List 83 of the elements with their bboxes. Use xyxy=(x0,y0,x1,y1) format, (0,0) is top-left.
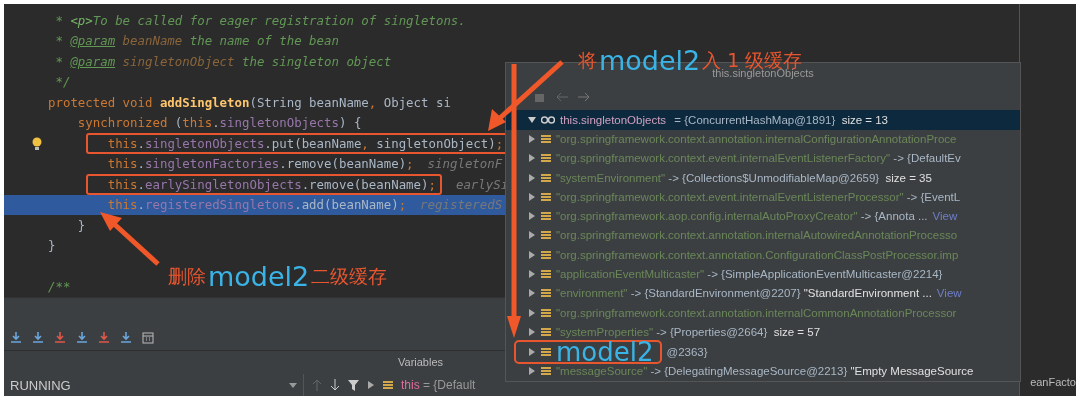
panel-title: Variables xyxy=(398,356,444,369)
field-icon xyxy=(541,269,551,279)
field-icon xyxy=(541,153,551,164)
expand-arrow-icon[interactable] xyxy=(528,212,536,221)
code-line: synchronized (this.singletonObjects) { xyxy=(77,115,362,131)
field-icon xyxy=(541,346,551,357)
step-icon[interactable] xyxy=(120,332,132,345)
step-icon[interactable] xyxy=(76,332,88,345)
expand-arrow-icon[interactable] xyxy=(528,192,536,201)
inline-hint: singletonF xyxy=(427,156,503,172)
step-icon[interactable] xyxy=(54,332,66,345)
expand-arrow-icon[interactable] xyxy=(528,250,536,259)
entry-text[interactable]: "environment" -> {StandardEnvironment@2207} "StandardEnvironment ... xyxy=(556,287,932,300)
inline-hint: registeredS xyxy=(420,197,503,213)
field-icon xyxy=(541,230,551,241)
expand-arrow-icon[interactable] xyxy=(528,327,536,336)
expand-arrow-icon[interactable] xyxy=(528,308,536,317)
field-icon xyxy=(541,211,551,222)
field-icon xyxy=(541,191,551,202)
entry-text[interactable]: "org.springframework.context.event.internalEventListenerFactory" -> {DefaultEv xyxy=(556,152,961,165)
step-icon[interactable] xyxy=(10,332,22,345)
code-line: this.singletonFactories.remove(beanName); xyxy=(107,156,414,172)
collapse-arrow-icon[interactable] xyxy=(528,115,536,124)
overlay-label: model2 xyxy=(208,262,310,292)
field-icon xyxy=(541,307,551,318)
overlay-label: model2 xyxy=(556,341,654,362)
code-line: */ xyxy=(55,74,71,90)
annotation-text: 删除 xyxy=(168,264,206,289)
code-line: * @param beanName the name of the bean xyxy=(55,33,339,49)
expand-arrow-icon[interactable] xyxy=(528,367,536,376)
filter-icon[interactable] xyxy=(348,379,359,391)
overlay-label: model2 xyxy=(599,46,701,76)
view-link[interactable]: View xyxy=(932,210,958,223)
field-icon xyxy=(541,172,551,183)
expand-arrow-icon[interactable] xyxy=(528,270,536,278)
expand-arrow-icon[interactable] xyxy=(528,135,536,144)
expand-arrow-icon[interactable] xyxy=(528,289,536,298)
entry-text[interactable]: "applicationEventMulticaster" -> {SimpleApplicationEventMulticaster@2214} xyxy=(556,268,943,280)
variable-value: = {ConcurrentHashMap@1891} size = 13 xyxy=(673,113,889,126)
view-link[interactable]: View xyxy=(936,287,962,300)
expand-arrow-icon[interactable] xyxy=(528,347,536,356)
down-arrow-icon[interactable] xyxy=(330,379,340,391)
code-line: } xyxy=(48,238,56,254)
entry-text[interactable]: "systemProperties" -> {Properties@2664} size = 57 xyxy=(556,325,821,338)
entry-text[interactable]: @2363} xyxy=(666,345,708,358)
lightbulb-icon[interactable] xyxy=(32,136,42,150)
code-line: this.earlySingletonObjects.remove(beanName); xyxy=(107,176,436,192)
code-line: * <p>To be called for eager registration of singletons. xyxy=(55,12,466,28)
entry-text[interactable]: "messageSource" -> {DelegatingMessageSource@2213} "Empty MessageSource xyxy=(556,365,974,378)
expand-arrow-icon[interactable] xyxy=(367,381,375,389)
watch-icon xyxy=(541,115,555,124)
inline-hint: earlySi xyxy=(455,176,509,192)
caret-icon xyxy=(289,382,297,388)
field-icon xyxy=(541,326,551,337)
variable-name: this.singletonObjects xyxy=(560,113,667,126)
field-icon xyxy=(541,134,551,145)
entry-text[interactable]: "org.springframework.context.event.internalEventListenerProcessor" -> {EventL xyxy=(556,190,961,203)
forward-arrow-icon[interactable] xyxy=(578,92,590,102)
expand-arrow-icon[interactable] xyxy=(528,173,536,182)
step-icon[interactable] xyxy=(32,332,44,345)
expand-arrow-icon[interactable] xyxy=(528,154,536,163)
code-line: protected void addSingleton(String beanName, Object si xyxy=(48,94,451,110)
entry-text[interactable]: "systemEnvironment" -> {Collections$UnmodifiableMap@2659} size = 35 xyxy=(556,171,932,184)
calculator-icon[interactable] xyxy=(142,332,154,345)
field-icon xyxy=(541,366,551,377)
expand-arrow-icon[interactable] xyxy=(528,231,536,240)
field-icon xyxy=(383,380,393,390)
annotation-text: 二级缓存 xyxy=(311,264,388,289)
variable-text: this = {Default xyxy=(401,378,476,392)
step-icon[interactable] xyxy=(98,332,110,345)
tree-row[interactable]: this.singletonObjects = {ConcurrentHashMap@1891} size = 13 xyxy=(506,110,1020,130)
field-icon xyxy=(541,249,551,260)
code-line: this.singletonObjects.put(beanName, singletonObject); xyxy=(107,135,504,151)
entry-text[interactable]: "org.springframework.aop.config.internalAutoProxyCreator" -> {Annota ... xyxy=(556,210,928,223)
code-line: * @param singletonObject the singleton object xyxy=(55,53,392,69)
code-line: /** xyxy=(48,279,71,295)
annotation-text: 将 xyxy=(578,48,597,73)
field-icon xyxy=(541,288,551,299)
code-line: this.registeredSingletons.add(beanName); xyxy=(107,197,407,213)
thread-select[interactable]: RUNNING xyxy=(4,374,304,396)
code-line: } xyxy=(77,217,86,233)
arrow xyxy=(100,212,160,266)
side-text: eanFacto xyxy=(1030,376,1076,390)
